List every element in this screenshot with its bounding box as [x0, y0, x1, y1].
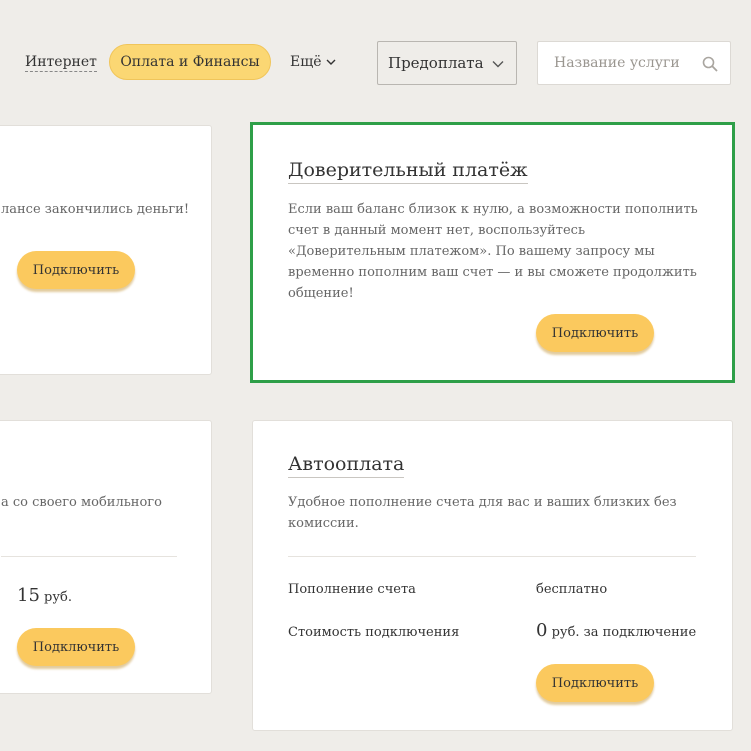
- payment-type-select[interactable]: Предоплата: [377, 41, 517, 85]
- row-label: Стоимость подключения: [288, 625, 460, 640]
- autopay-card: Автооплата Удобное пополнение счета для …: [252, 420, 733, 731]
- price-unit: руб.: [44, 590, 72, 605]
- chevron-down-icon: [492, 61, 504, 68]
- trust-payment-card: Доверительный платёж Если ваш баланс бли…: [250, 122, 735, 383]
- payment-type-value: Предоплата: [388, 54, 484, 72]
- divider: [1, 556, 177, 557]
- service-card-partial: лансе закончились деньги! Подключить: [0, 125, 212, 375]
- card-description: Удобное пополнение счета для вас и ваших…: [288, 495, 677, 531]
- row-label: Пополнение счета: [288, 582, 416, 597]
- row-value: бесплатно: [536, 582, 608, 597]
- nav-more-dropdown[interactable]: Ещё: [290, 53, 336, 71]
- price-value: 15: [17, 585, 40, 606]
- search-input[interactable]: [552, 54, 702, 72]
- chevron-down-icon: [326, 59, 336, 65]
- connect-button[interactable]: Подключить: [536, 314, 654, 352]
- service-search[interactable]: [537, 41, 731, 85]
- connect-button[interactable]: Подключить: [536, 664, 654, 702]
- nav-more-label: Ещё: [290, 54, 322, 70]
- connect-button[interactable]: Подключить: [17, 628, 135, 666]
- search-icon[interactable]: [702, 56, 718, 72]
- card-title[interactable]: Доверительный платёж: [288, 157, 528, 184]
- card-description: Если ваш баланс близок к нулю, а возможн…: [288, 202, 698, 301]
- card-title[interactable]: Автооплата: [288, 451, 405, 478]
- service-card-partial: а со своего мобильного 15 руб. Подключит…: [0, 420, 212, 694]
- card-description: лансе закончились деньги!: [1, 202, 190, 217]
- divider: [288, 556, 696, 557]
- connect-button[interactable]: Подключить: [17, 251, 135, 289]
- price: 15 руб.: [17, 585, 72, 606]
- price-value: 0: [536, 620, 548, 641]
- card-description: а со своего мобильного: [1, 495, 162, 510]
- price-unit: руб. за подключение: [551, 625, 697, 640]
- nav-internet-link[interactable]: Интернет: [25, 53, 97, 72]
- nav-payments-tab[interactable]: Оплата и Финансы: [109, 44, 271, 80]
- row-value: 0 руб. за подключение: [536, 620, 696, 641]
